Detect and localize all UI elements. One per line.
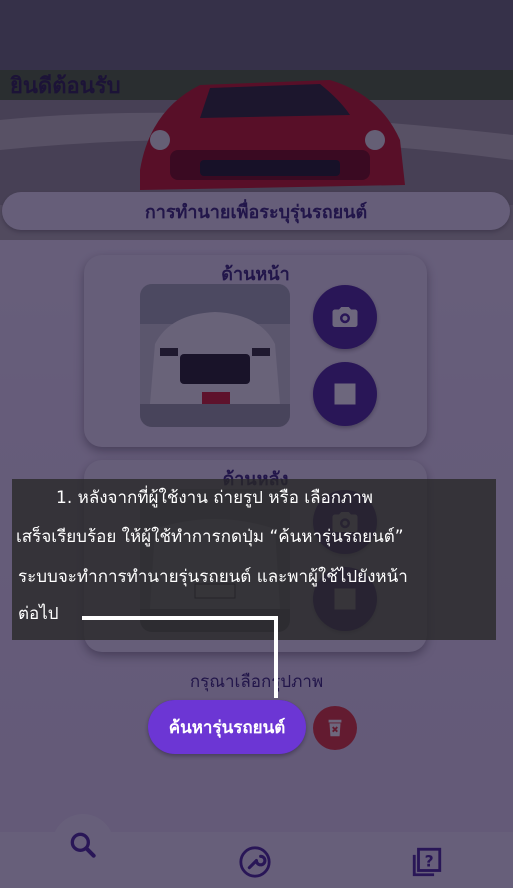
front-photo-preview[interactable] — [140, 284, 290, 427]
tooltip-line-4: ต่อไป — [18, 604, 59, 624]
tooltip-line-3: ระบบจะทำการทำนายรุ่นรถยนต์ และพาผู้ใช้ไป… — [18, 567, 408, 587]
screen: ยินดีต้อนรับ การทำนายเพื่อระบุรุ่นรถยนต์… — [0, 0, 513, 888]
front-gallery-button[interactable] — [313, 362, 377, 426]
page-title: การทำนายเพื่อระบุรุ่นรถยนต์ — [2, 192, 510, 230]
nav-search[interactable] — [52, 814, 114, 876]
search-icon — [70, 832, 96, 858]
camera-icon — [332, 307, 358, 327]
nav-help[interactable]: ? — [407, 842, 447, 882]
tooltip-line-2: เสร็จเรียบร้อย ให้ผู้ใช้ทำการกดปุ่ม “ค้น… — [16, 527, 404, 547]
front-camera-button[interactable] — [313, 285, 377, 349]
nav-settings[interactable] — [235, 842, 275, 882]
tooltip-connector-h — [82, 616, 278, 620]
image-icon — [334, 383, 356, 405]
delete-icon — [328, 719, 342, 737]
welcome-text: ยินดีต้อนรับ — [10, 74, 121, 99]
select-image-hint: กรุณาเลือกรูปภาพ — [189, 672, 324, 692]
tooltip-connector-v — [274, 616, 278, 698]
highlighted-search-button[interactable]: ค้นหารุ่นรถยนต์ — [148, 700, 306, 754]
tooltip-line-1: 1. หลังจากที่ผู้ใช้งาน ถ่ายรูป หรือ เลือ… — [56, 488, 373, 508]
wrench-icon — [239, 846, 271, 878]
help-icon: ? — [412, 847, 442, 877]
svg-text:?: ? — [425, 852, 434, 870]
front-card: ด้านหน้า — [84, 255, 427, 447]
delete-button[interactable] — [313, 706, 357, 750]
